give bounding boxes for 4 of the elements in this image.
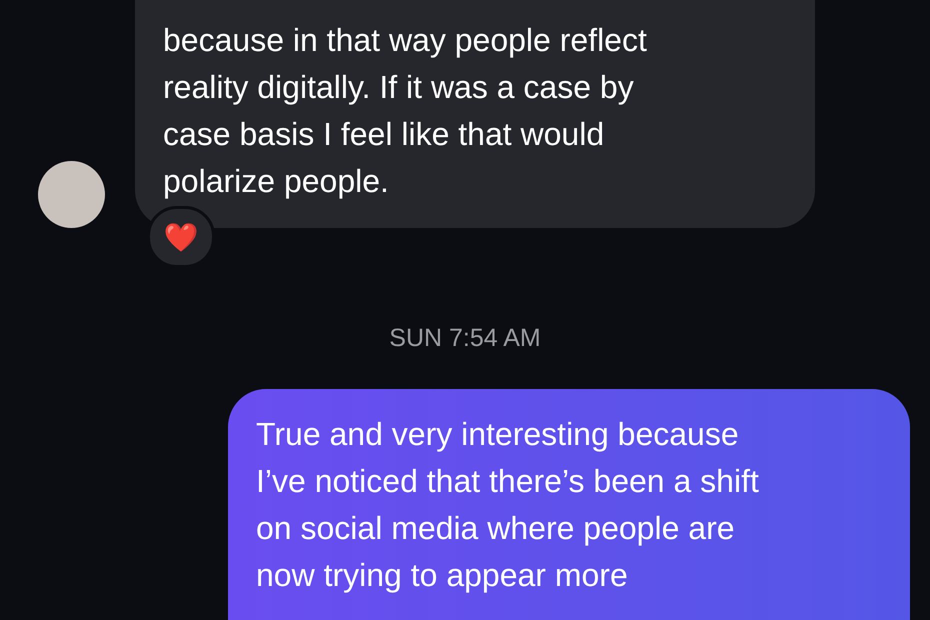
message-text: because in that way people reflect reality digitally. If it was a case by case basis I feel like that would polarize people. — [163, 21, 648, 201]
message-text: True and very interesting because I’ve noticed that there’s been a shift on social media where people are now trying to appear more — [256, 415, 760, 595]
timestamp: SUN 7:54 AM — [388, 324, 542, 353]
reaction-badge: ❤ — [147, 206, 215, 268]
